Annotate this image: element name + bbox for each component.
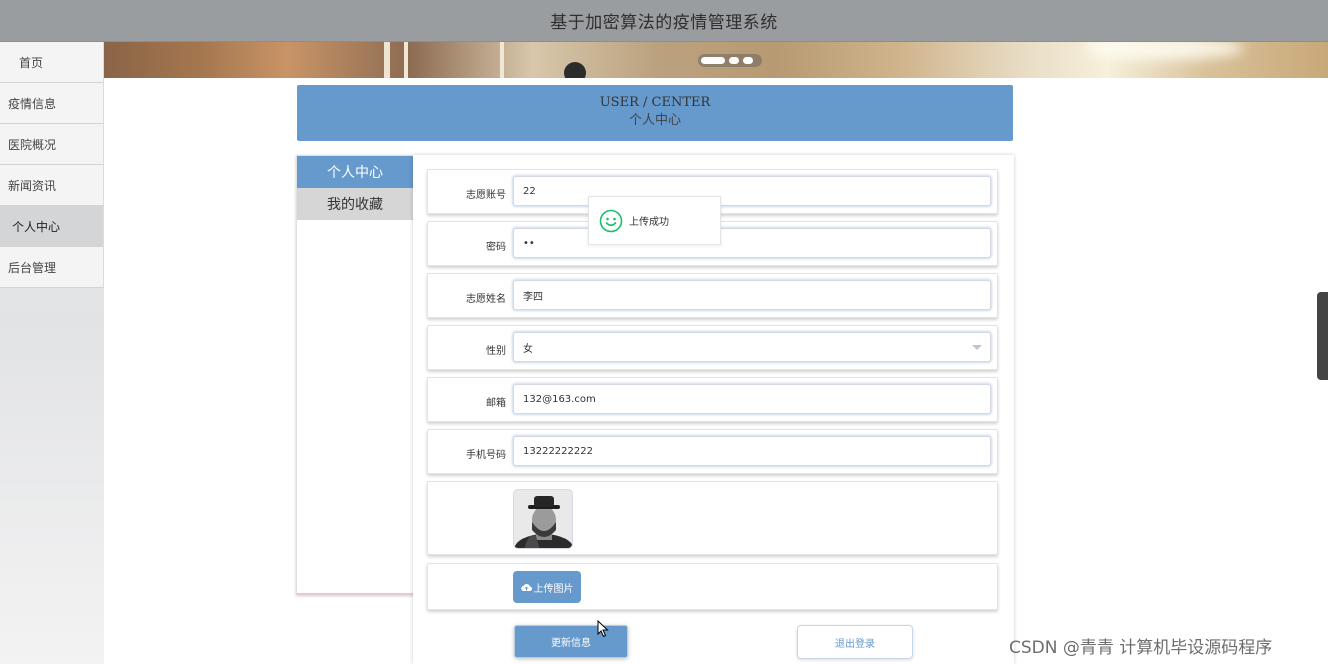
logout-button[interactable]: 退出登录: [797, 625, 913, 659]
avatar-image: [514, 490, 572, 548]
section-header: USER / CENTER 个人中心: [297, 85, 1013, 141]
banner-decoration: [384, 42, 390, 78]
password-label: 密码: [486, 242, 506, 253]
sidebar-item-home[interactable]: 首页: [0, 42, 104, 83]
carousel-indicators: [698, 54, 762, 67]
section-title-en: USER / CENTER: [599, 95, 711, 110]
phone-label: 手机号码: [466, 450, 506, 461]
update-info-button[interactable]: 更新信息: [514, 625, 628, 658]
name-input[interactable]: 李四: [513, 280, 991, 310]
banner-carousel: [104, 42, 1328, 78]
sidebar-item-news[interactable]: 新闻资讯: [0, 165, 104, 206]
sidebar-item-hospital-overview[interactable]: 医院概况: [0, 124, 104, 165]
form-row-upload: 上传图片: [427, 563, 998, 610]
tab-user-center[interactable]: 个人中心: [297, 156, 413, 188]
avatar: [513, 489, 573, 549]
sidebar-nav: 首页 疫情信息 医院概况 新闻资讯 个人中心 后台管理: [0, 42, 104, 664]
upload-image-button[interactable]: 上传图片: [513, 571, 581, 603]
cloud-upload-icon: [520, 583, 532, 591]
banner-decoration: [564, 62, 586, 78]
carousel-dot-1[interactable]: [701, 57, 725, 64]
section-title-cn: 个人中心: [628, 113, 681, 128]
account-label: 志愿账号: [466, 190, 506, 201]
name-label: 志愿姓名: [466, 294, 506, 305]
banner-decoration: [1084, 42, 1244, 60]
password-input[interactable]: ••: [513, 228, 991, 258]
form-row-phone: 手机号码 13222222222: [427, 429, 998, 474]
mouse-cursor-icon: [597, 620, 609, 638]
email-label: 邮箱: [486, 398, 506, 409]
sidebar-item-admin[interactable]: 后台管理: [0, 247, 104, 288]
side-scroll-handle[interactable]: [1317, 292, 1328, 380]
form-row-name: 志愿姓名 李四: [427, 273, 998, 318]
form-row-avatar: [427, 481, 998, 555]
form-row-gender: 性别 女: [427, 325, 998, 370]
form-row-email: 邮箱 132@163.com: [427, 377, 998, 422]
app-title: 基于加密算法的疫情管理系统: [550, 13, 778, 33]
chevron-down-icon: [972, 345, 982, 350]
phone-input[interactable]: 13222222222: [513, 436, 991, 466]
tab-my-favorites[interactable]: 我的收藏: [297, 188, 413, 220]
top-bar: 基于加密算法的疫情管理系统: [0, 0, 1328, 42]
user-menu: 个人中心 我的收藏: [296, 155, 414, 595]
gender-value: 女: [523, 343, 533, 355]
watermark: CSDN @青青 计算机毕设源码程序: [1009, 638, 1273, 658]
gender-label: 性别: [486, 346, 506, 357]
success-toast: 上传成功: [588, 196, 721, 245]
toast-message: 上传成功: [629, 217, 669, 228]
email-input[interactable]: 132@163.com: [513, 384, 991, 414]
account-input[interactable]: 22: [513, 176, 991, 206]
upload-button-label: 上传图片: [533, 583, 574, 595]
banner-decoration: [404, 42, 504, 78]
carousel-dot-2[interactable]: [729, 57, 739, 64]
smile-icon: [599, 209, 623, 232]
gender-select[interactable]: 女: [513, 332, 991, 362]
sidebar-item-epidemic-info[interactable]: 疫情信息: [0, 83, 104, 124]
carousel-dot-3[interactable]: [743, 57, 753, 64]
sidebar-item-user-center[interactable]: 个人中心: [0, 206, 104, 247]
